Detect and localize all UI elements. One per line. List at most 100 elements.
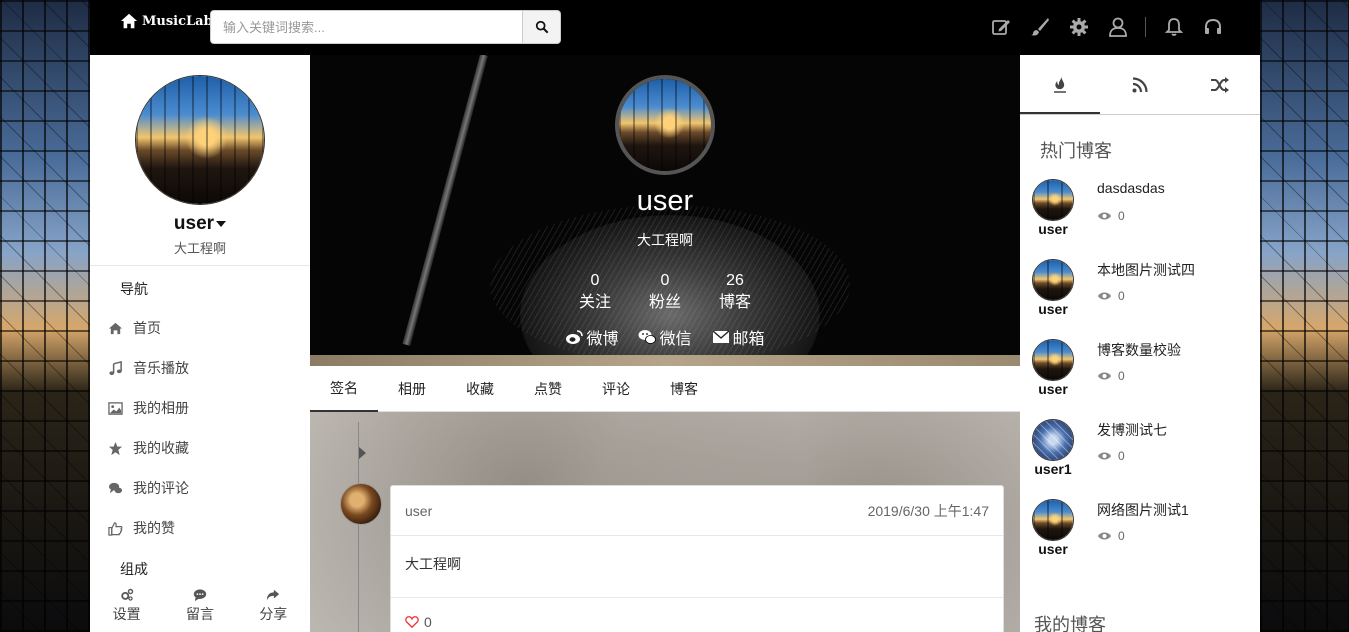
email-link[interactable]: 邮箱 — [712, 325, 765, 349]
nav-label: 音乐播放 — [133, 360, 189, 376]
blog-views: 0 — [1097, 449, 1125, 463]
tab-album[interactable]: 相册 — [378, 366, 446, 412]
stat-blogs[interactable]: 26 博客 — [705, 270, 765, 314]
profile-hero: user 大工程啊 0 关注 0 粉丝 26 博客 微博 微信 邮箱 — [310, 55, 1020, 355]
notifications-button[interactable] — [1154, 14, 1193, 40]
blog-title[interactable]: 本地图片测试四 — [1097, 260, 1195, 280]
account-button[interactable] — [1098, 14, 1137, 40]
stat-followers[interactable]: 0 粉丝 — [635, 270, 695, 314]
avatar[interactable] — [1032, 499, 1074, 541]
eye-icon — [1097, 372, 1112, 380]
blog-author[interactable]: user — [1028, 301, 1078, 317]
nav-item-comments[interactable]: 我的评论 — [108, 478, 189, 498]
blog-views: 0 — [1097, 289, 1125, 303]
player-button[interactable] — [1193, 14, 1232, 40]
tab-hot[interactable] — [1020, 55, 1100, 114]
avatar[interactable] — [1032, 259, 1074, 301]
card-header: user 2019/6/30 上午1:47 — [391, 486, 1003, 536]
post-avatar[interactable] — [340, 483, 382, 525]
blog-author[interactable]: user1 — [1028, 461, 1078, 477]
blog-title[interactable]: 发博测试七 — [1097, 420, 1167, 440]
tab-likes[interactable]: 点赞 — [514, 366, 582, 412]
settings-button[interactable]: 设置 — [113, 588, 141, 624]
share-button[interactable]: 分享 — [259, 588, 287, 624]
nav-item-home[interactable]: 首页 — [108, 318, 161, 338]
social-links: 微博 微信 邮箱 — [310, 325, 1020, 349]
tab-comments[interactable]: 评论 — [582, 366, 650, 412]
stat-value: 0 — [660, 272, 670, 289]
avatar[interactable] — [135, 75, 265, 205]
headphones-icon — [1204, 18, 1221, 34]
tab-blogs[interactable]: 博客 — [650, 366, 718, 412]
settings-button[interactable] — [1059, 14, 1098, 40]
social-label: 邮箱 — [732, 331, 765, 348]
stat-value: 0 — [590, 272, 600, 289]
blog-title[interactable]: 网络图片测试1 — [1097, 500, 1189, 520]
tab-random[interactable] — [1180, 55, 1260, 114]
nav-item-likes[interactable]: 我的赞 — [108, 518, 175, 538]
top-icons — [981, 14, 1232, 40]
profile-avatar[interactable] — [615, 75, 715, 175]
signature-card: user 2019/6/30 上午1:47 大工程啊 0 — [390, 485, 1004, 632]
image-icon — [108, 401, 123, 415]
tab-rss[interactable] — [1100, 55, 1180, 114]
home-icon — [120, 13, 138, 29]
my-blogs-title: 我的博客 — [1034, 615, 1106, 632]
profile-tabs: 签名 相册 收藏 点赞 评论 博客 — [310, 366, 1020, 412]
heart-icon[interactable] — [405, 615, 419, 629]
wechat-icon — [638, 330, 657, 344]
stat-value: 26 — [726, 272, 744, 289]
hot-blog-item[interactable]: user1 发博测试七 0 — [1032, 419, 1252, 489]
search-input[interactable] — [210, 10, 522, 44]
avatar[interactable] — [1032, 419, 1074, 461]
view-count: 0 — [1118, 369, 1125, 383]
eye-icon — [1097, 212, 1112, 220]
eye-icon — [1097, 452, 1112, 460]
tab-signature[interactable]: 签名 — [310, 366, 378, 412]
bottom-label: 设置 — [112, 606, 141, 622]
card-footer: 0 — [391, 598, 1003, 632]
view-count: 0 — [1118, 209, 1125, 223]
background-right — [1260, 0, 1349, 632]
logo[interactable]: MusicLab — [120, 12, 213, 30]
blog-author[interactable]: user — [1028, 221, 1078, 237]
wechat-link[interactable]: 微信 — [638, 325, 692, 349]
avatar[interactable] — [1032, 179, 1074, 221]
hot-blog-item[interactable]: user 本地图片测试四 0 — [1032, 259, 1252, 329]
social-label: 微博 — [586, 331, 619, 348]
theme-button[interactable] — [1020, 14, 1059, 40]
timeline-arrow-icon — [359, 447, 366, 459]
nav-item-album[interactable]: 我的相册 — [108, 398, 189, 418]
tab-favorites[interactable]: 收藏 — [446, 366, 514, 412]
background-left — [0, 0, 90, 632]
edit-icon — [991, 20, 1010, 35]
blog-title[interactable]: dasdasdas — [1097, 180, 1165, 196]
hot-blog-item[interactable]: user dasdasdas 0 — [1032, 179, 1252, 249]
blog-author[interactable]: user — [1028, 381, 1078, 397]
share-icon — [267, 589, 280, 601]
post-content: 大工程啊 — [391, 536, 1003, 598]
profile-stats: 0 关注 0 粉丝 26 博客 — [565, 270, 765, 314]
comments-icon — [108, 482, 123, 493]
message-button[interactable]: 留言 — [186, 588, 214, 624]
random-icon — [1211, 76, 1229, 93]
post-author[interactable]: user — [405, 503, 432, 519]
top-navbar: MusicLab — [90, 0, 1260, 55]
blog-title[interactable]: 博客数量校验 — [1097, 340, 1181, 360]
blog-views: 0 — [1097, 369, 1125, 383]
write-button[interactable] — [981, 14, 1020, 40]
nav-item-favorites[interactable]: 我的收藏 — [108, 438, 189, 458]
hot-blog-item[interactable]: user 网络图片测试1 0 — [1032, 499, 1252, 569]
stat-label: 关注 — [578, 294, 611, 311]
caret-down-icon — [216, 220, 227, 227]
profile-subtitle: 大工程啊 — [637, 232, 693, 248]
stat-following[interactable]: 0 关注 — [565, 270, 625, 314]
blog-author[interactable]: user — [1028, 541, 1078, 557]
search-button[interactable] — [522, 10, 561, 44]
avatar[interactable] — [1032, 339, 1074, 381]
view-count: 0 — [1118, 289, 1125, 303]
nav-item-music[interactable]: 音乐播放 — [108, 358, 189, 378]
user-menu[interactable]: user — [90, 213, 310, 235]
hot-blog-item[interactable]: user 博客数量校验 0 — [1032, 339, 1252, 409]
weibo-link[interactable]: 微博 — [565, 325, 618, 349]
